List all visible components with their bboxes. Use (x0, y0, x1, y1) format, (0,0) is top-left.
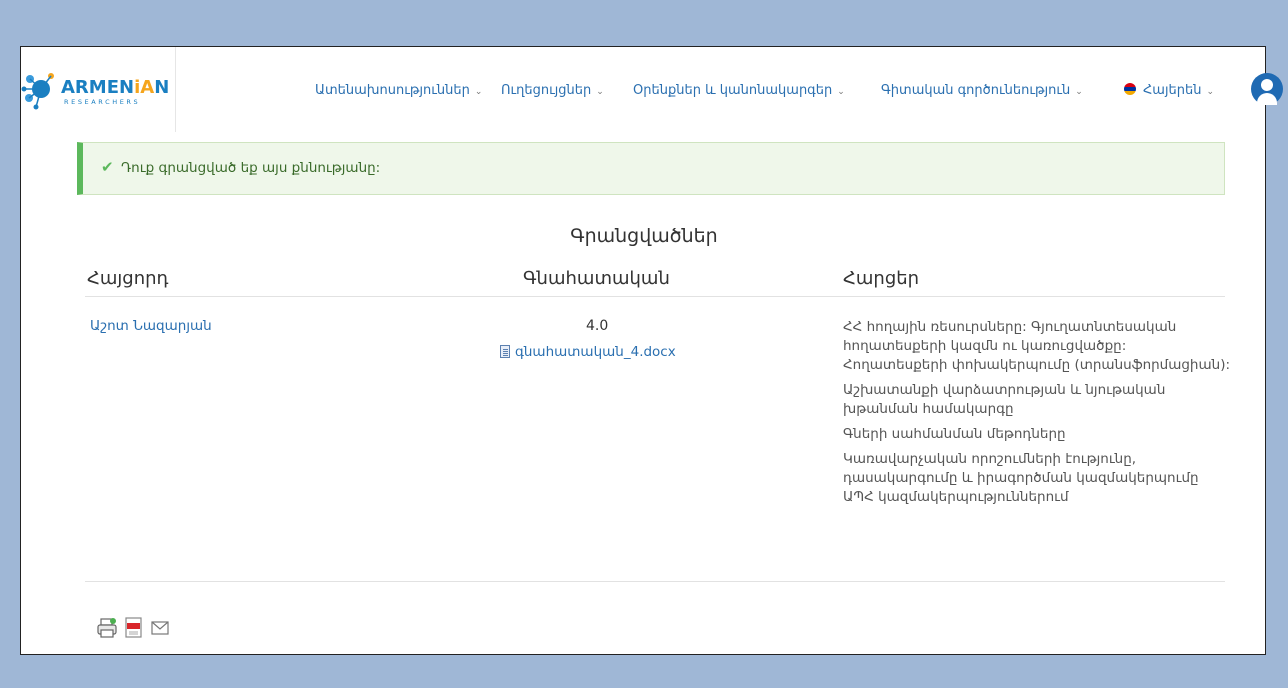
pdf-icon[interactable] (124, 617, 144, 639)
file-name: գնահատական_4.docx (515, 344, 676, 360)
logo-divider (175, 47, 176, 132)
armenian-researchers-logo[interactable]: ARMENiAN RESEARCHERS (21, 65, 175, 115)
question-item: ՀՀ հողային ռեսուրսները: Գյուղատնտեսական … (843, 319, 1231, 373)
chevron-down-icon: ⌄ (474, 87, 483, 97)
chevron-down-icon: ⌄ (596, 87, 604, 97)
nav-item-label: Օրենքներ և կանոնակարգեր (633, 83, 833, 98)
email-icon[interactable] (150, 617, 170, 639)
nav-item-label: Հայերեն (1143, 83, 1202, 98)
nav-item-language[interactable]: Հայերեն ⌄ (1124, 83, 1214, 98)
logo-subtitle: RESEARCHERS (64, 98, 141, 106)
column-header-score: Գնահատական (523, 268, 670, 289)
logo-title: ARMENiAN (61, 77, 170, 98)
nav-item-laws[interactable]: Օրենքներ և կանոնակարգեր ⌄ (633, 83, 845, 98)
nav-item-label: Ուղեցույցներ (501, 83, 592, 98)
question-item: Աշխատանքի վարձատրության և նյութական խթան… (843, 382, 1166, 417)
nav-item-scientific-activity[interactable]: Գիտական գործունեություն ⌄ (881, 83, 1083, 98)
navbar: ARMENiAN RESEARCHERS Ատենախոսություններ ⌄… (21, 47, 1283, 132)
column-header-questions: Հարցեր (843, 268, 920, 289)
chevron-down-icon: ⌄ (837, 87, 845, 97)
question-item: Գների սահմանման մեթոդները (843, 426, 1066, 442)
page: ARMENiAN RESEARCHERS Ատենախոսություններ ⌄… (20, 46, 1283, 655)
print-icon[interactable] (96, 617, 118, 639)
score-file-link[interactable]: գնահատական_4.docx (500, 344, 676, 360)
nav-item-label: Ատենախոսություններ (315, 83, 470, 98)
questions-list: ՀՀ հողային ռեսուրսները: Գյուղատնտեսական … (843, 318, 1233, 513)
applicant-link[interactable]: Աշոտ Նազարյան (90, 318, 212, 334)
check-icon: ✔ (101, 158, 114, 176)
alert-message: Դուք գրանցված եք այս քննությանը: (121, 160, 381, 176)
nav-item-label: Գիտական գործունեություն (881, 83, 1071, 98)
row-divider (85, 581, 1225, 582)
success-alert: ✔ Դուք գրանցված եք այս քննությանը: (77, 142, 1225, 195)
chevron-down-icon: ⌄ (1075, 87, 1083, 97)
nav-item-dissertations[interactable]: Ատենախոսություններ ⌄ (315, 83, 482, 98)
chevron-down-icon: ⌄ (1206, 87, 1215, 97)
registrations-title: Գրանցվածներ (570, 225, 718, 247)
armenian-flag-icon (1124, 83, 1136, 95)
document-icon (500, 345, 510, 358)
score-value: 4.0 (586, 318, 609, 334)
user-avatar-icon[interactable] (1251, 73, 1283, 105)
column-header-applicant: Հայցորդ (87, 268, 169, 289)
question-item: Կառավարչական որոշումների էությունը, դասա… (843, 451, 1199, 505)
header-divider (85, 296, 1225, 297)
logo-network-icon (21, 73, 54, 110)
nav-item-guides[interactable]: Ուղեցույցներ ⌄ (501, 83, 604, 98)
